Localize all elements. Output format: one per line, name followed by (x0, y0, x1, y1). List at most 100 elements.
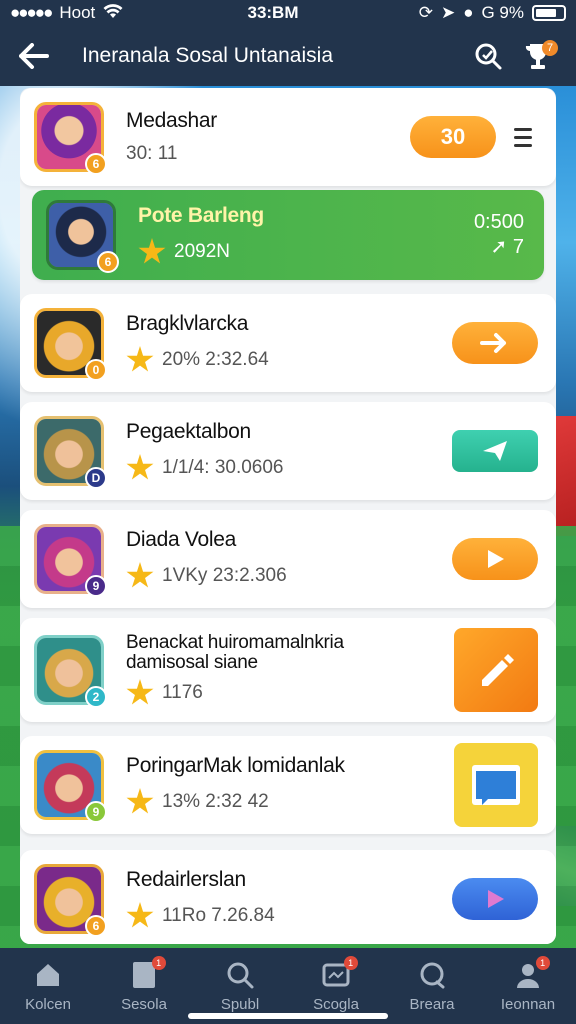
rank-change: 0:500 ➚ 7 (474, 211, 524, 259)
list-item[interactable]: 6 Redairlerslan 11Ro 7.26.84 (20, 850, 556, 944)
tab-profile[interactable]: 1 Ieonnan (480, 948, 576, 1024)
play-button[interactable] (452, 878, 538, 920)
star-icon (126, 679, 154, 705)
list-item[interactable]: 9 Diada Volea 1VKy 23:2.306 (20, 510, 556, 608)
list-item[interactable]: D Pegaektalbon 1/1/4: 30.0606 (20, 402, 556, 500)
signal-icon: ●●●●● (10, 3, 53, 22)
player-stat: 13% 2:32 42 (126, 788, 454, 816)
arrow-right-icon (480, 333, 506, 353)
tab-badge: 1 (151, 956, 166, 970)
list-item[interactable]: 9 PoringarMak lomidanlak 13% 2:32 42 (20, 736, 556, 834)
list-item-highlighted[interactable]: 6 Pote Barleng 2092N 0:500 ➚ 7 (32, 190, 544, 280)
back-button[interactable] (16, 38, 52, 74)
star-icon (126, 454, 154, 480)
tab-badge: 1 (343, 956, 358, 970)
star-icon (138, 238, 166, 264)
location-icon: ➤ (440, 3, 456, 22)
player-name: Redairlerslan (126, 868, 246, 891)
tab-label: Ieonnan (500, 995, 556, 1013)
player-info: Bragklvlarcka 20% 2:32.64 (126, 312, 452, 374)
stat-text: 11Ro 7.26.84 (162, 905, 275, 926)
play-button[interactable] (452, 538, 538, 580)
player-name: Pote Barleng (138, 204, 264, 227)
star-icon (126, 788, 154, 814)
message-button[interactable] (454, 743, 538, 827)
stat-text: 30: 11 (126, 143, 178, 164)
list-item[interactable]: 0 Bragklvlarcka 20% 2:32.64 (20, 294, 556, 392)
wifi-icon (103, 3, 123, 24)
player-name: Medashar (126, 109, 217, 132)
level-badge: 0 (85, 359, 107, 381)
player-name: PoringarMak lomidanlak (126, 754, 345, 777)
search-icon (475, 43, 502, 70)
tab-label: Spubl (220, 995, 260, 1013)
avatar: D (34, 416, 107, 489)
leaderboard-panel: 6 Medashar 30: 11 30 6 Pote Barleng 2092… (20, 88, 556, 944)
stat-text: 2092N (174, 241, 230, 262)
rotation-lock-icon: ⟳ (418, 3, 433, 22)
player-stat: 1VKy 23:2.306 (126, 562, 452, 590)
star-icon (126, 346, 154, 372)
stat-text: 1/1/4: 30.0606 (162, 457, 284, 478)
search-icon (227, 962, 254, 988)
chat-bubble-icon (472, 765, 520, 805)
challenge-button[interactable] (452, 430, 538, 472)
stat-text: 1VKy 23:2.306 (162, 565, 287, 586)
star-icon (126, 902, 154, 928)
nav-bar: Ineranala Sosal Untanaisia 7 (0, 26, 576, 86)
list-item[interactable]: 2 Benackat huiromamalnkria damisosal sia… (20, 618, 556, 722)
search-button[interactable] (466, 34, 510, 78)
home-icon (37, 963, 59, 986)
player-info: Redairlerslan 11Ro 7.26.84 (126, 868, 452, 930)
player-name: Diada Volea (126, 528, 236, 551)
avatar: 9 (34, 524, 107, 597)
avatar: 6 (34, 102, 107, 175)
edit-button[interactable] (454, 628, 538, 712)
menu-icon[interactable] (514, 127, 532, 147)
tab-label: Kolcen (25, 995, 71, 1013)
avatar: 9 (34, 750, 107, 823)
player-info: PoringarMak lomidanlak 13% 2:32 42 (126, 754, 454, 816)
player-name: Bragklvlarcka (126, 312, 249, 335)
tab-chat[interactable]: Breara (384, 948, 480, 1024)
level-badge: 6 (85, 153, 107, 175)
tab-documents[interactable]: 1 Sesola (96, 948, 192, 1024)
player-info: Diada Volea 1VKy 23:2.306 (126, 528, 452, 590)
tab-home[interactable]: Kolcen (0, 948, 96, 1024)
battery-icon (532, 5, 566, 21)
player-stat: 20% 2:32.64 (126, 346, 452, 374)
level-badge: 6 (85, 915, 107, 937)
player-stat: 1176 (126, 679, 454, 707)
trophy-button[interactable]: 7 (516, 34, 560, 78)
status-time: 33:BM (247, 3, 299, 22)
stat-text: 20% 2:32.64 (162, 349, 269, 370)
alarm-icon: ● (463, 3, 474, 22)
chat-icon (420, 962, 445, 988)
player-name: Pegaektalbon (126, 420, 251, 443)
status-bar: ●●●●● Hoot 33:BM ⟳ ➤ ● G 9% (0, 0, 576, 26)
back-arrow-icon (19, 43, 49, 69)
level-badge: 9 (85, 801, 107, 823)
avatar: 6 (46, 200, 119, 273)
tab-label: Sesola (121, 995, 167, 1013)
rank-value: 0:500 (473, 211, 524, 233)
player-info: Pote Barleng 2092N (138, 204, 474, 266)
player-name-line2: damisosal siane (126, 652, 258, 673)
home-indicator[interactable] (188, 1013, 388, 1019)
notification-badge: 7 (542, 40, 558, 56)
player-info: Medashar 30: 11 (126, 109, 410, 165)
carrier-label: Hoot (59, 3, 96, 22)
rank-delta: 7 (512, 236, 524, 258)
player-name: Benackat huiromamalnkria (126, 632, 344, 653)
stat-text: 13% 2:32 42 (162, 791, 269, 812)
list-item[interactable]: 6 Medashar 30: 11 30 (20, 88, 556, 186)
go-button[interactable] (452, 322, 538, 364)
avatar: 2 (34, 635, 107, 708)
play-icon (488, 550, 504, 568)
level-badge: 2 (85, 686, 107, 708)
level-badge: 9 (85, 575, 107, 597)
score-button[interactable]: 30 (410, 116, 496, 158)
page-title: Ineranala Sosal Untanaisia (82, 44, 333, 67)
player-stat: 30: 11 (126, 143, 410, 165)
star-icon (126, 562, 154, 588)
